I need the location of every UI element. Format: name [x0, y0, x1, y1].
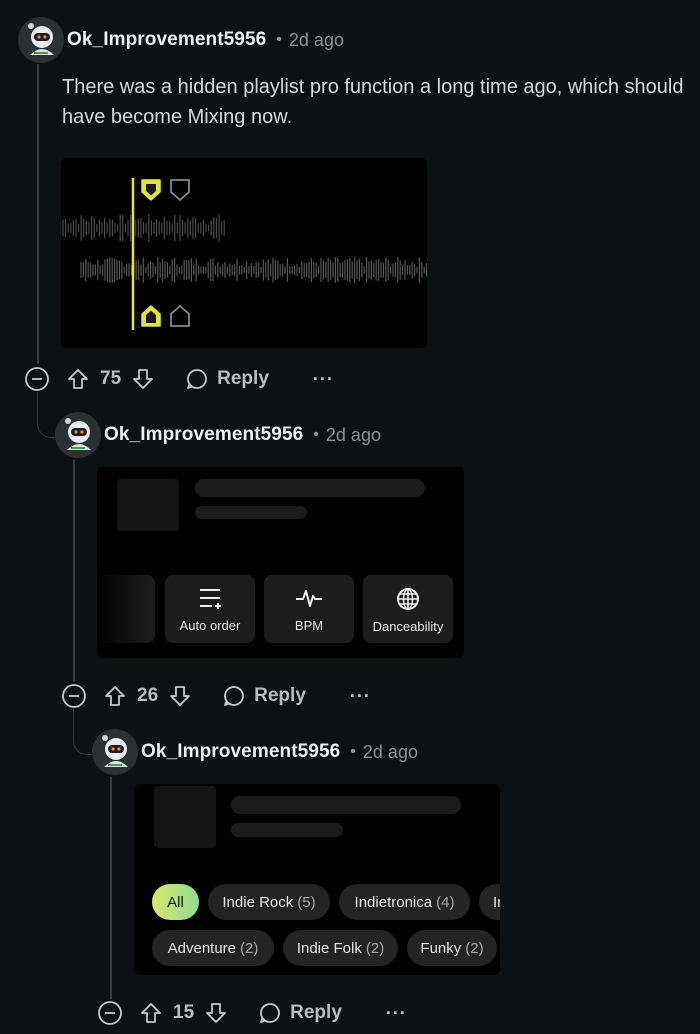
chip-count: (2)	[465, 939, 484, 957]
more-options-button[interactable]: ···	[386, 1003, 407, 1024]
username[interactable]: Ok_Improvement5956	[104, 424, 303, 446]
thread-line-1[interactable]	[37, 64, 39, 364]
artwork-placeholder	[154, 786, 216, 848]
tile-label: Danceability	[372, 618, 444, 634]
tile-label: Auto order	[179, 617, 241, 633]
more-options-button[interactable]: ···	[350, 686, 371, 707]
chip-count: (2)	[240, 939, 259, 957]
pulse-icon	[294, 586, 324, 610]
waveform-graphic	[62, 178, 427, 330]
separator-dot: •	[313, 426, 319, 443]
chip-indietronica[interactable]: Indietronica (4)	[339, 884, 470, 920]
timestamp[interactable]: 2d ago	[326, 425, 381, 446]
separator-dot: •	[350, 743, 356, 760]
comment-header: Ok_Improvement5956 • 2d ago	[104, 420, 381, 450]
chip-label: Ir	[493, 893, 500, 911]
chip-label: All	[167, 893, 184, 911]
shield-marker-icon	[141, 179, 190, 201]
vote-score: 15	[173, 1002, 195, 1023]
chip-label: Funky	[420, 939, 462, 957]
chip-indie-rock[interactable]: Indie Rock (5)	[208, 884, 330, 920]
subtitle-placeholder	[195, 506, 307, 519]
sort-options-image[interactable]: Auto order BPM Danceability	[97, 467, 464, 658]
speech-bubble-icon	[222, 684, 246, 708]
more-options-button[interactable]: ···	[313, 369, 334, 390]
reply-label: Reply	[254, 685, 306, 706]
thread-line-3[interactable]	[110, 777, 112, 999]
avatar[interactable]	[55, 412, 101, 458]
speech-bubble-icon	[258, 1001, 282, 1025]
action-bar: 75 Reply ···	[24, 363, 334, 395]
house-marker-icon	[141, 305, 190, 327]
comment-header: Ok_Improvement5956 • 2d ago	[67, 25, 344, 55]
reply-button[interactable]: Reply	[258, 1001, 342, 1025]
chip-label: Adventure	[167, 939, 237, 957]
collapse-icon[interactable]	[97, 1000, 123, 1026]
reply-label: Reply	[217, 368, 269, 389]
timestamp[interactable]: 2d ago	[363, 742, 418, 763]
avatar[interactable]	[92, 729, 138, 775]
chip-indie-folk[interactable]: Indie Folk (2)	[283, 930, 398, 966]
timestamp[interactable]: 2d ago	[289, 30, 344, 51]
subtitle-placeholder	[231, 823, 343, 837]
tile-label: BPM	[294, 617, 324, 633]
danceability-tile[interactable]: Danceability	[363, 575, 453, 643]
disco-ball-icon	[395, 585, 421, 611]
chip-label: Indie Rock	[222, 893, 294, 911]
genre-filter-image[interactable]: All Indie Rock (5) Indietronica (4) Ir A…	[134, 784, 500, 975]
title-placeholder	[231, 796, 461, 814]
thread-line-2[interactable]	[73, 460, 75, 682]
reply-button[interactable]: Reply	[222, 684, 306, 708]
upvote-icon[interactable]	[103, 684, 127, 708]
chip-adventure[interactable]: Adventure (2)	[152, 930, 274, 966]
collapse-icon[interactable]	[24, 366, 50, 392]
upvote-icon[interactable]	[139, 1001, 163, 1025]
downvote-icon[interactable]	[131, 367, 155, 391]
waveform-image[interactable]	[61, 158, 427, 348]
upvote-icon[interactable]	[66, 367, 90, 391]
downvote-icon[interactable]	[204, 1001, 228, 1025]
comment-thread: Ok_Improvement5956 • 2d ago There was a …	[0, 0, 700, 1034]
bpm-tile[interactable]: BPM	[264, 575, 354, 643]
collapse-icon[interactable]	[61, 683, 87, 709]
chip-label: Indietronica	[354, 893, 433, 911]
chip-count: (5)	[297, 893, 316, 911]
artwork-placeholder	[117, 479, 179, 531]
username[interactable]: Ok_Improvement5956	[67, 29, 266, 51]
faded-tile	[97, 575, 155, 643]
reply-button[interactable]: Reply	[185, 367, 269, 391]
title-placeholder	[195, 479, 425, 497]
username[interactable]: Ok_Improvement5956	[141, 741, 340, 763]
action-bar: 15 Reply ···	[97, 997, 407, 1029]
avatar[interactable]	[18, 17, 64, 63]
chip-count: (2)	[365, 939, 385, 957]
reply-label: Reply	[290, 1002, 342, 1023]
comment-body: There was a hidden playlist pro function…	[62, 76, 684, 128]
separator-dot: •	[276, 31, 282, 48]
vote-score: 75	[100, 368, 122, 389]
vote-score: 26	[137, 685, 159, 706]
chip-truncated[interactable]: Ir	[479, 884, 500, 920]
chip-funky[interactable]: Funky (2)	[407, 930, 497, 966]
speech-bubble-icon	[185, 367, 209, 391]
downvote-icon[interactable]	[168, 684, 192, 708]
sliders-icon	[196, 586, 224, 610]
action-bar: 26 Reply ···	[61, 680, 371, 712]
chip-all[interactable]: All	[152, 884, 199, 920]
comment-header: Ok_Improvement5956 • 2d ago	[141, 737, 418, 767]
auto-order-tile[interactable]: Auto order	[165, 575, 255, 643]
chip-count: (4)	[436, 893, 455, 911]
chip-label: Indie Folk	[296, 939, 362, 957]
